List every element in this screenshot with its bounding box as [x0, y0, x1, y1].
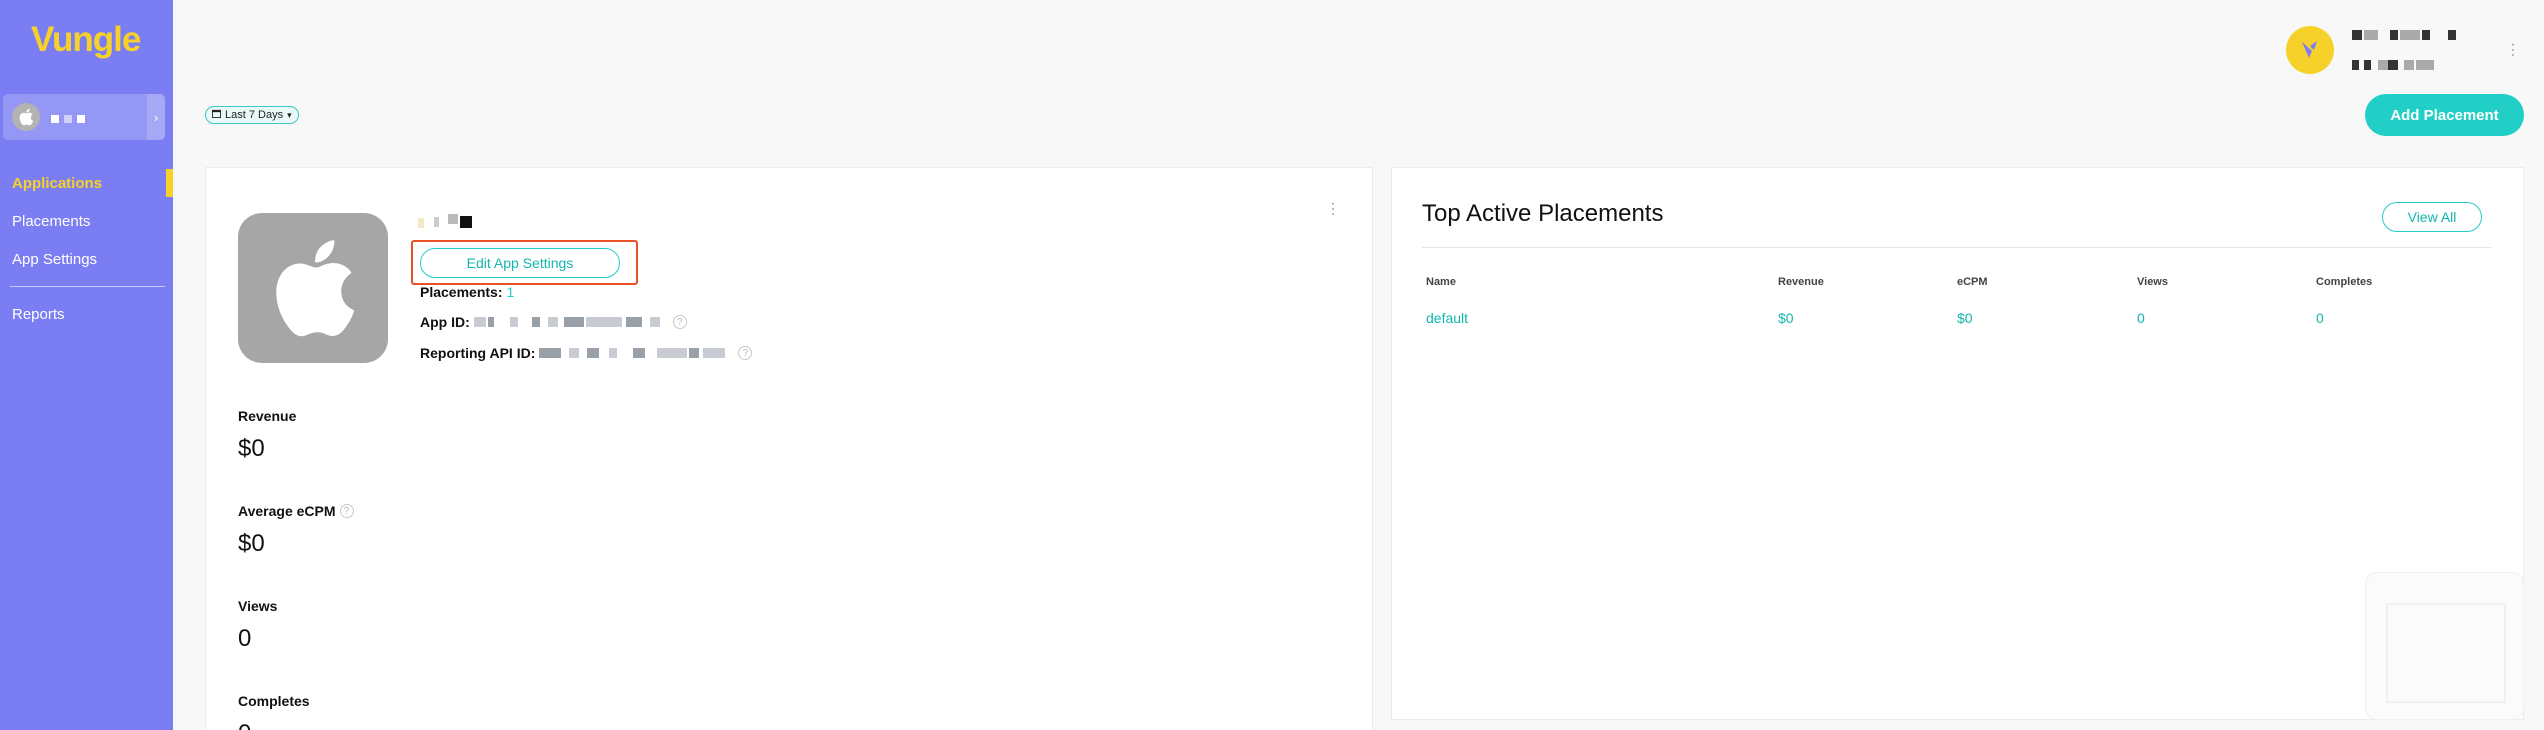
app-id-line: App ID: ?: [420, 314, 687, 330]
reporting-api-id-label: Reporting API ID:: [420, 345, 536, 361]
stat-revenue-value: $0: [238, 435, 265, 462]
app-card-kebab-icon[interactable]: ⋯: [1324, 201, 1341, 217]
ecpm-help-icon[interactable]: ?: [339, 504, 354, 518]
placement-name-link[interactable]: default: [1426, 310, 1468, 326]
chevron-down-icon: ▾: [287, 109, 292, 120]
app-title-redacted: [418, 214, 488, 230]
app-id-label: App ID:: [420, 314, 470, 330]
widget-overlay: [2365, 572, 2524, 720]
app-id-help-icon[interactable]: ?: [672, 315, 687, 329]
sidebar-item-reports[interactable]: Reports: [12, 306, 65, 323]
add-placement-button[interactable]: Add Placement: [2365, 94, 2524, 136]
placement-completes-cell: 0: [2316, 310, 2324, 326]
sidebar-divider: [10, 286, 165, 287]
placement-ecpm-cell: $0: [1957, 310, 1973, 326]
placements-count-link[interactable]: 1: [506, 284, 514, 300]
app-overview-card: ⋯ Edit App Settings Placements: 1 App ID…: [205, 167, 1373, 730]
stat-views-value: 0: [238, 625, 252, 652]
calendar-icon: [212, 109, 221, 121]
app-switcher[interactable]: ›: [3, 94, 165, 140]
reporting-api-id-line: Reporting API ID: ?: [420, 345, 753, 361]
stat-revenue-label: Revenue: [238, 408, 297, 424]
app-name-redacted: [51, 110, 91, 123]
sidebar-item-applications[interactable]: Applications: [12, 175, 102, 192]
user-menu-kebab-icon[interactable]: ⋯: [2504, 42, 2521, 58]
widget-overlay-frame: [2386, 603, 2506, 703]
title-divider: [1422, 247, 2492, 248]
placement-revenue-cell: $0: [1778, 310, 1794, 326]
user-info-redacted: [2352, 28, 2492, 88]
column-header-completes: Completes: [2316, 276, 2373, 288]
stat-ecpm-value: $0: [238, 530, 265, 557]
date-range-filter[interactable]: Last 7 Days ▾: [205, 106, 299, 124]
edit-app-settings-button[interactable]: Edit App Settings: [420, 248, 620, 278]
column-header-ecpm: eCPM: [1957, 276, 1988, 288]
stat-completes-label: Completes: [238, 693, 310, 709]
placement-views-cell: 0: [2137, 310, 2145, 326]
nav-active-indicator: [166, 169, 173, 197]
app-platform-apple-icon: [238, 213, 388, 363]
placements-count-line: Placements: 1: [420, 284, 514, 300]
apple-icon: [12, 103, 40, 131]
sidebar-item-placements[interactable]: Placements: [12, 213, 90, 230]
app-id-redacted: [473, 316, 669, 328]
sidebar-item-app-settings[interactable]: App Settings: [12, 251, 97, 268]
stat-completes-value: 0: [238, 720, 251, 730]
chevron-right-icon[interactable]: ›: [147, 94, 165, 140]
stat-ecpm-label: Average eCPM ?: [238, 503, 354, 519]
reporting-api-id-redacted: [539, 347, 734, 359]
user-avatar[interactable]: [2286, 26, 2334, 74]
sidebar: Vungle › Applications Placements App Set…: [0, 0, 173, 730]
view-all-button[interactable]: View All: [2382, 202, 2482, 232]
column-header-views: Views: [2137, 276, 2168, 288]
placements-label: Placements:: [420, 284, 503, 300]
column-header-name: Name: [1426, 276, 1456, 288]
top-active-placements-card: Top Active Placements View All Name Reve…: [1391, 167, 2524, 720]
stat-views-label: Views: [238, 598, 278, 614]
column-header-revenue: Revenue: [1778, 276, 1824, 288]
reporting-api-id-help-icon[interactable]: ?: [738, 346, 753, 360]
placements-card-title: Top Active Placements: [1422, 200, 1664, 227]
date-range-label: Last 7 Days: [225, 109, 284, 121]
vungle-logo[interactable]: Vungle: [31, 20, 141, 60]
